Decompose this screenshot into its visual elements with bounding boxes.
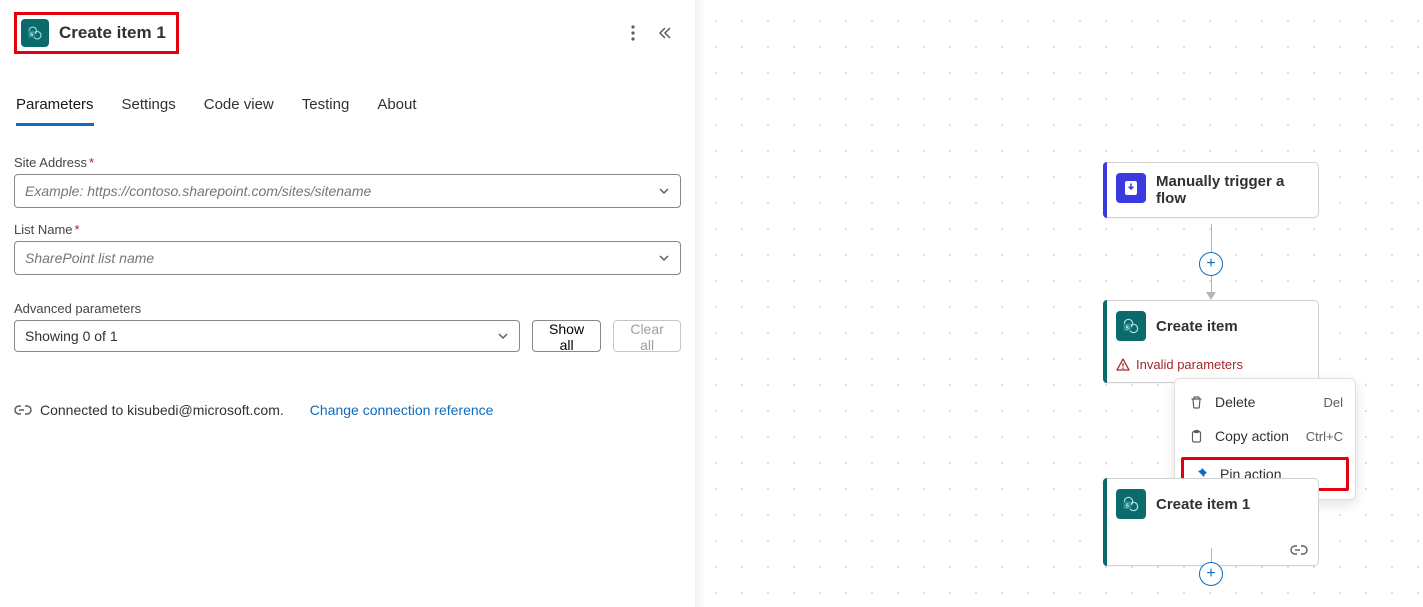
header-actions [629, 23, 681, 43]
node-create-item[interactable]: S Create item Invalid parameters [1103, 300, 1319, 383]
panel-header: S Create item 1 [14, 12, 681, 66]
sharepoint-icon: S [1116, 311, 1146, 341]
context-shortcut: Ctrl+C [1306, 429, 1343, 444]
context-shortcut: Del [1323, 395, 1343, 410]
sharepoint-icon: S [1116, 489, 1146, 519]
trash-icon [1187, 393, 1205, 411]
node-title: Create item 1 [1156, 496, 1250, 513]
panel-title: Create item 1 [59, 23, 166, 43]
add-step-button[interactable]: + [1199, 562, 1223, 586]
context-label: Copy action [1215, 428, 1289, 444]
edge [1211, 548, 1212, 562]
site-address-input[interactable]: Example: https://contoso.sharepoint.com/… [14, 174, 681, 208]
advanced-parameters-select[interactable]: Showing 0 of 1 [14, 320, 520, 352]
svg-text:S: S [30, 32, 33, 38]
label-text: List Name [14, 222, 73, 237]
manual-trigger-icon [1116, 173, 1146, 203]
list-name-input[interactable]: SharePoint list name [14, 241, 681, 275]
label-text: Site Address [14, 155, 87, 170]
error-text: Invalid parameters [1136, 357, 1243, 372]
edge [1211, 276, 1212, 292]
node-title: Manually trigger a flow [1156, 173, 1304, 207]
svg-text:S: S [1126, 325, 1129, 331]
tab-testing[interactable]: Testing [302, 90, 350, 126]
node-accent [1103, 162, 1107, 218]
context-item-delete[interactable]: Delete Del [1175, 385, 1355, 419]
field-site-address: Site Address * Example: https://contoso.… [14, 155, 681, 208]
link-icon [1290, 543, 1308, 557]
required-marker: * [89, 155, 94, 170]
list-name-label: List Name * [14, 222, 681, 237]
more-menu-button[interactable] [629, 23, 637, 43]
form-area: Site Address * Example: https://contoso.… [14, 155, 681, 418]
advanced-parameters-row: Showing 0 of 1 Show all Clear all [14, 320, 681, 352]
svg-text:S: S [1126, 503, 1129, 509]
context-label: Delete [1215, 394, 1255, 410]
arrow-down-icon [1206, 292, 1216, 300]
chevron-down-icon [497, 330, 509, 342]
field-list-name: List Name * SharePoint list name [14, 222, 681, 275]
tab-settings[interactable]: Settings [122, 90, 176, 126]
node-accent [1103, 300, 1107, 383]
node-trigger[interactable]: Manually trigger a flow [1103, 162, 1319, 218]
app-root: S Create item 1 Parameters Settings Code… [0, 0, 1423, 607]
advanced-parameters-label: Advanced parameters [14, 301, 681, 316]
site-address-label: Site Address * [14, 155, 681, 170]
header-highlight: S Create item 1 [14, 12, 179, 54]
edge [1211, 224, 1212, 252]
link-icon [14, 403, 32, 417]
chevron-down-icon [658, 252, 670, 264]
change-connection-link[interactable]: Change connection reference [310, 402, 494, 418]
placeholder-text: Example: https://contoso.sharepoint.com/… [25, 183, 658, 199]
collapse-panel-button[interactable] [655, 24, 673, 42]
tab-code-view[interactable]: Code view [204, 90, 274, 126]
canvas-content: Manually trigger a flow + S Create item [695, 0, 1423, 607]
flow-canvas[interactable]: Manually trigger a flow + S Create item [695, 0, 1423, 607]
node-accent [1103, 478, 1107, 566]
clear-all-button: Clear all [613, 320, 681, 352]
required-marker: * [75, 222, 80, 237]
details-panel: S Create item 1 Parameters Settings Code… [0, 0, 695, 607]
connection-row: Connected to kisubedi@microsoft.com. Cha… [14, 402, 681, 418]
tab-about[interactable]: About [377, 90, 416, 126]
advanced-select-value: Showing 0 of 1 [25, 328, 497, 344]
add-step-button[interactable]: + [1199, 252, 1223, 276]
chevron-down-icon [658, 185, 670, 197]
context-item-copy[interactable]: Copy action Ctrl+C [1175, 419, 1355, 453]
clipboard-icon [1187, 427, 1205, 445]
warning-icon [1116, 358, 1130, 372]
node-title: Create item [1156, 318, 1238, 335]
show-all-button[interactable]: Show all [532, 320, 601, 352]
placeholder-text: SharePoint list name [25, 250, 658, 266]
sharepoint-icon: S [21, 19, 49, 47]
panel-tabs: Parameters Settings Code view Testing Ab… [14, 90, 681, 127]
connection-text: Connected to kisubedi@microsoft.com. [40, 402, 284, 418]
tab-parameters[interactable]: Parameters [16, 90, 94, 126]
